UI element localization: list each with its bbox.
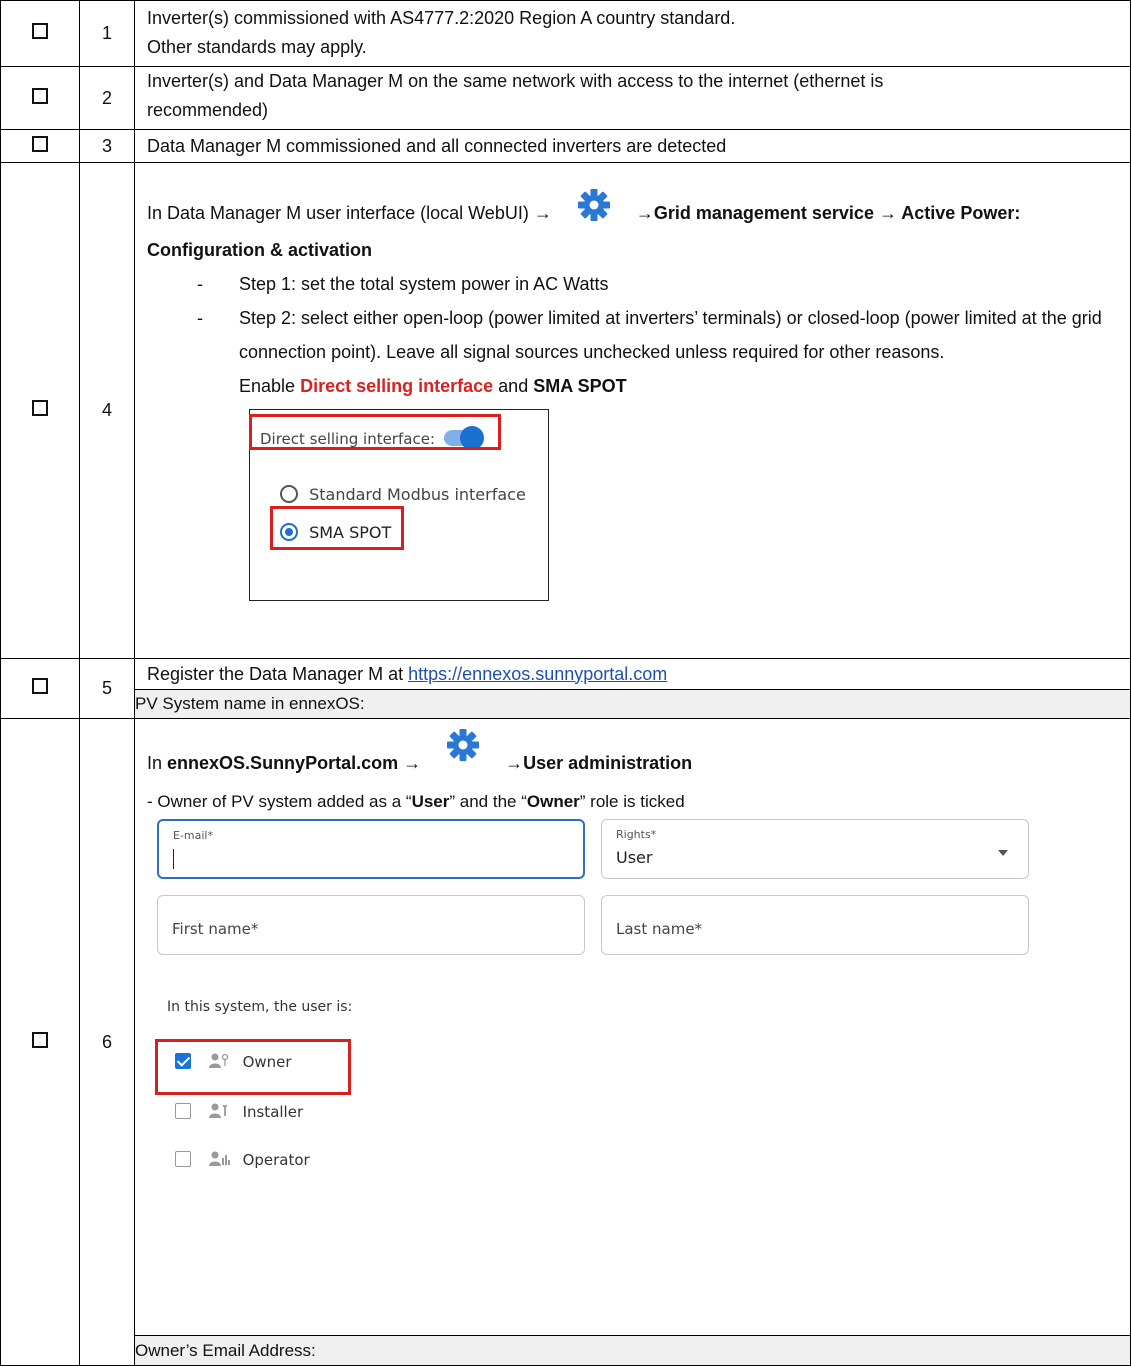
step-1: Step 1: set the total system power in AC… (197, 267, 1118, 301)
owner-instruction: - Owner of PV system added as a “User” a… (147, 792, 685, 811)
enable-line: Enable Direct selling interface and SMA … (239, 376, 627, 396)
checkbox-icon (175, 1151, 191, 1167)
step-2: Step 2: select either open-loop (power l… (197, 301, 1118, 369)
checkbox[interactable] (32, 678, 48, 694)
checklist-row: 6 In ennexOS.SunnyPortal.com → →User adm… (0, 718, 1131, 1366)
user-admin-form: E-mail* Rights* User First name* Last na… (135, 819, 1130, 1335)
highlight-box (249, 414, 501, 450)
checkbox[interactable] (32, 87, 48, 104)
roles-heading: In this system, the user is: (167, 999, 353, 1015)
row-instruction: In Data Manager M user interface (local … (147, 181, 1118, 267)
role-installer[interactable]: Installer (175, 1103, 303, 1121)
checklist-row: 5 Register the Data Manager M at https:/… (0, 658, 1131, 719)
checkbox[interactable] (32, 135, 48, 152)
row-text: Inverter(s) and Data Manager M on the sa… (147, 71, 884, 91)
menu-path: →User administration (505, 753, 693, 773)
row-checkbox-cell (0, 0, 80, 67)
radio-icon (280, 485, 298, 503)
row-number: 5 (79, 658, 135, 719)
highlight-box (155, 1039, 351, 1095)
chevron-down-icon (998, 850, 1008, 856)
checklist-row: 2 Inverter(s) and Data Manager M on the … (0, 66, 1131, 130)
direct-selling-screenshot: Direct selling interface: Standard Modbu… (249, 409, 549, 601)
rights-select[interactable]: Rights* User (601, 819, 1029, 879)
row-number: 1 (79, 0, 135, 67)
checklist-row: 3 Data Manager M commissioned and all co… (0, 129, 1131, 163)
checklist-row: 1 Inverter(s) commissioned with AS4777.2… (0, 0, 1131, 67)
installer-role-icon (208, 1103, 227, 1118)
checklist-table: 1 Inverter(s) commissioned with AS4777.2… (0, 0, 1131, 1366)
row-text: recommended) (147, 100, 269, 120)
checkbox-icon (175, 1103, 191, 1119)
checklist-row: 4 In Data Manager M user interface (loca… (0, 162, 1131, 659)
row-number: 2 (79, 66, 135, 130)
checkbox[interactable] (32, 23, 48, 39)
direct-selling-highlight: Direct selling interface (300, 376, 494, 396)
gear-icon (447, 729, 480, 761)
sma-spot-highlight: SMA SPOT (533, 376, 627, 396)
row-text: Inverter(s) commissioned with AS4777.2:2… (147, 7, 736, 28)
owner-email-field[interactable]: Owner’s Email Address: (134, 1335, 1131, 1366)
first-name-field[interactable]: First name* (157, 895, 585, 955)
gear-icon (577, 189, 610, 221)
row-number: 3 (79, 129, 135, 163)
row-text: Data Manager M commissioned and all conn… (147, 135, 727, 156)
operator-role-icon (208, 1151, 230, 1166)
row-number: 4 (79, 162, 135, 659)
sunnyportal-link[interactable]: https://ennexos.sunnyportal.com (408, 664, 667, 684)
last-name-field[interactable]: Last name* (601, 895, 1029, 955)
highlight-box (270, 506, 404, 550)
email-field[interactable]: E-mail* (157, 819, 585, 879)
row-instruction: In ennexOS.SunnyPortal.com → →User admin… (147, 725, 1118, 787)
row-text: Other standards may apply. (147, 36, 367, 57)
checkbox[interactable] (32, 1031, 48, 1048)
pv-system-name-field[interactable]: PV System name in ennexOS: (134, 689, 1131, 719)
role-operator[interactable]: Operator (175, 1151, 310, 1169)
checkbox[interactable] (32, 400, 48, 416)
text-cursor (173, 849, 174, 869)
row-number: 6 (79, 718, 135, 1366)
